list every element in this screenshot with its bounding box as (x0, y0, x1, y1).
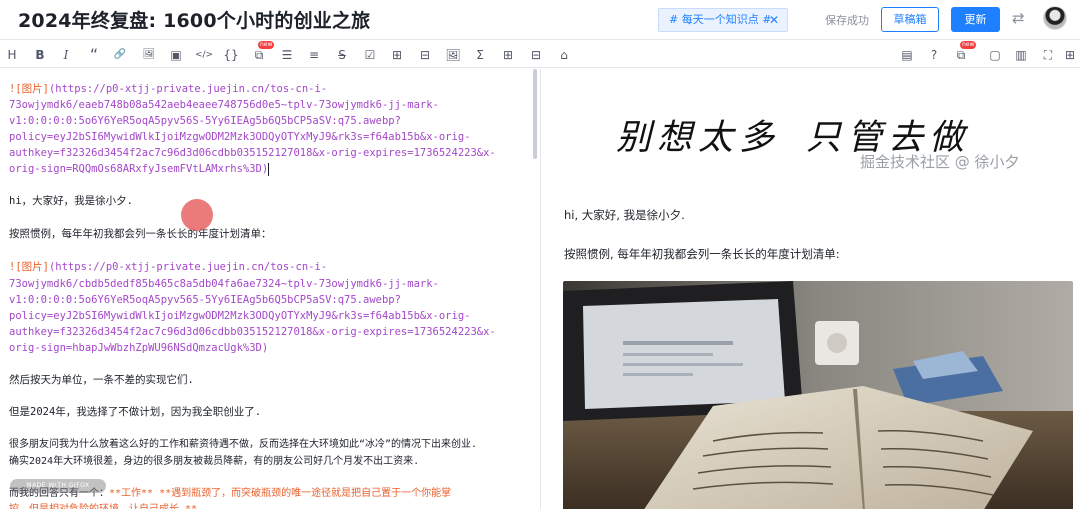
plugin-new-icon[interactable]: ⧉ new (952, 41, 977, 64)
text-line: 按照惯例，每年年初我都会列一条长长的年度计划清单： (9, 228, 272, 240)
formula-icon[interactable]: Σ (471, 46, 489, 64)
preview-paragraph: hi, 大家好, 我是徐小夕. (564, 208, 685, 222)
bold-icon[interactable]: B (31, 46, 49, 64)
image-url-text: (https://p0-xtjj-private.juejin.cn/tos-c… (48, 83, 328, 95)
code-line: orig-sign=RQQmOs68ARxfyJsemFVtLAMxrhs%3D… (9, 161, 270, 178)
banner-image: 别想太多 只管去做 掘金技术社区 @ 徐小夕 (542, 69, 1080, 189)
link-icon[interactable]: 🔗 (111, 46, 129, 64)
code-line: authkey=f32326d3454f2ac7c96d3d06cdbb0351… (9, 326, 496, 338)
code-line: v1:0:0:0:0:5o6Y6YeR5oqA5pyv56S-5Yy6IEAg5… (9, 115, 401, 127)
preview-only-icon[interactable]: ▢ (986, 46, 1004, 64)
code-line-text: orig-sign=RQQmOs68ARxfyJsemFVtLAMxrhs%3D… (9, 163, 269, 175)
article-title[interactable]: 2024年终复盘: 1600个小时的创业之旅 (18, 6, 370, 33)
topic-tag[interactable]: # 每天一个知识点 # ✕ (658, 8, 788, 32)
text-line: hi，大家好，我是徐小夕. (9, 195, 133, 207)
text-cursor (268, 162, 270, 176)
split-view-icon[interactable]: ▥ (1012, 46, 1030, 64)
toc-icon[interactable]: ▤ (898, 46, 916, 64)
image-markup-prefix: ![图片] (9, 261, 49, 273)
task-list-icon[interactable]: ☑ (361, 46, 379, 64)
calligraphy-part: 别想太多 (616, 118, 781, 158)
text-line: 然后按天为单位，一条不差的实现它们. (9, 374, 194, 386)
close-icon[interactable]: ✕ (769, 9, 779, 31)
update-button[interactable]: 更新 (951, 7, 1000, 32)
code-icon[interactable]: </> (193, 46, 215, 64)
markdown-preview: 别想太多 只管去做 掘金技术社区 @ 徐小夕 hi, 大家好, 我是徐小夕. 按照… (542, 69, 1080, 509)
image-markup-prefix: ![图片] (9, 83, 49, 95)
code-block-icon[interactable]: {} (222, 46, 240, 64)
quote-icon[interactable]: “ (85, 46, 103, 64)
markdown-editor[interactable]: ![图片](https://p0-xtjj-private.juejin.cn/… (0, 69, 541, 509)
ordered-list-icon[interactable]: ≡ (305, 46, 323, 64)
unordered-list-icon[interactable]: ☰ (278, 46, 296, 64)
code-line: v1:0:0:0:0:5o6Y6YeR5oqA5pyv565-5Yy6IEAg5… (9, 294, 401, 306)
text-line: 确实2024年大环境很差，身边的很多朋友被裁员降薪，有的朋友公司好几个月发不出工… (9, 456, 420, 467)
new-badge: new (258, 41, 275, 49)
desk-photo-illustration (563, 281, 1073, 509)
new-badge: new (960, 41, 977, 49)
text-line: 控，但是相对危险的环境，让自己成长.** (9, 501, 197, 509)
switch-icon[interactable]: ⇄ (1012, 9, 1025, 27)
code-line: authkey=f32326d3454f2ac7c96d3d06cdbb0351… (9, 147, 496, 159)
grid-icon[interactable]: ⊟ (527, 46, 545, 64)
desk-photo (563, 281, 1073, 509)
code-line: policy=eyJ2bSI6MywidWlkIjoiMzgwODM2Mzk3O… (9, 310, 471, 322)
image-upload-icon[interactable]: 🖼 (444, 46, 462, 64)
click-indicator (181, 199, 213, 231)
embed-icon: ⧉ (254, 48, 264, 62)
theme-icon[interactable]: ⌂ (555, 46, 573, 64)
container-icon[interactable]: ⊟ (416, 46, 434, 64)
image-url-text: (https://p0-xtjj-private.juejin.cn/tos-c… (48, 261, 328, 273)
editor-header: 2024年终复盘: 1600个小时的创业之旅 # 每天一个知识点 # ✕ 保存成… (0, 0, 1080, 40)
image-watermark: 掘金技术社区 @ 徐小夕 (860, 153, 1020, 171)
code-line: ![图片](https://p0-xtjj-private.juejin.cn/… (9, 81, 327, 98)
layout-icon[interactable]: ⊞ (1061, 46, 1079, 64)
drafts-button[interactable]: 草稿箱 (881, 7, 939, 32)
embed-new-icon[interactable]: ⧉ new (250, 41, 275, 64)
text-line: 但是2024年，我选择了不做计划，因为我全职创业了. (9, 406, 262, 418)
preview-paragraph: 按照惯例, 每年年初我都会列一条长长的年度计划清单: (564, 247, 840, 261)
italic-icon[interactable]: I (57, 46, 75, 64)
strikethrough-icon[interactable]: S (333, 46, 351, 64)
markdown-toolbar: H B I “ 🔗 🖼 ▣ </> {} ⧉ new ☰ ≡ S ☑ ⊞ ⊟ 🖼… (0, 41, 1080, 68)
table-icon[interactable]: ⊞ (388, 46, 406, 64)
avatar[interactable] (1043, 6, 1067, 30)
text-line: 很多朋友问我为什么放着这么好的工作和薪资待遇不做，反而选择在大环境如此“冰冷”的… (9, 439, 478, 450)
grid-icon[interactable]: ⊞ (499, 46, 517, 64)
plugin-icon: ⧉ (956, 48, 966, 62)
save-status: 保存成功 (825, 14, 869, 27)
code-line: policy=eyJ2bSI6MywidWlkIjoiMzgwODM2Mzk3O… (9, 131, 471, 143)
editor-scrollbar[interactable] (533, 69, 537, 159)
heading-icon[interactable]: H (3, 46, 21, 64)
code-line: ![图片](https://p0-xtjj-private.juejin.cn/… (9, 259, 327, 276)
image-icon[interactable]: 🖼 (140, 46, 158, 64)
gifox-watermark: MADE WITH GIFOX (10, 479, 106, 493)
help-icon[interactable]: ? (925, 46, 943, 64)
code-line: orig-sign=hbapJwWbzhZpWU96NSdQmzacUgk%3D… (9, 342, 269, 354)
code-line: 73owjymdk6/eaeb748b08a542aeb4eaee748756d… (9, 99, 439, 111)
code-line: 73owjymdk6/cbdb5dedf85b465c8a5db04fa6ae7… (9, 278, 439, 290)
fullscreen-icon[interactable]: ⛶ (1039, 46, 1057, 64)
video-icon[interactable]: ▣ (167, 46, 185, 64)
bold-text-segment: **工作** **遇到瓶颈了，而突破瓶颈的唯一途径就是把自己置于一个你能掌 (109, 488, 452, 499)
topic-tag-label: # 每天一个知识点 # (669, 13, 772, 26)
